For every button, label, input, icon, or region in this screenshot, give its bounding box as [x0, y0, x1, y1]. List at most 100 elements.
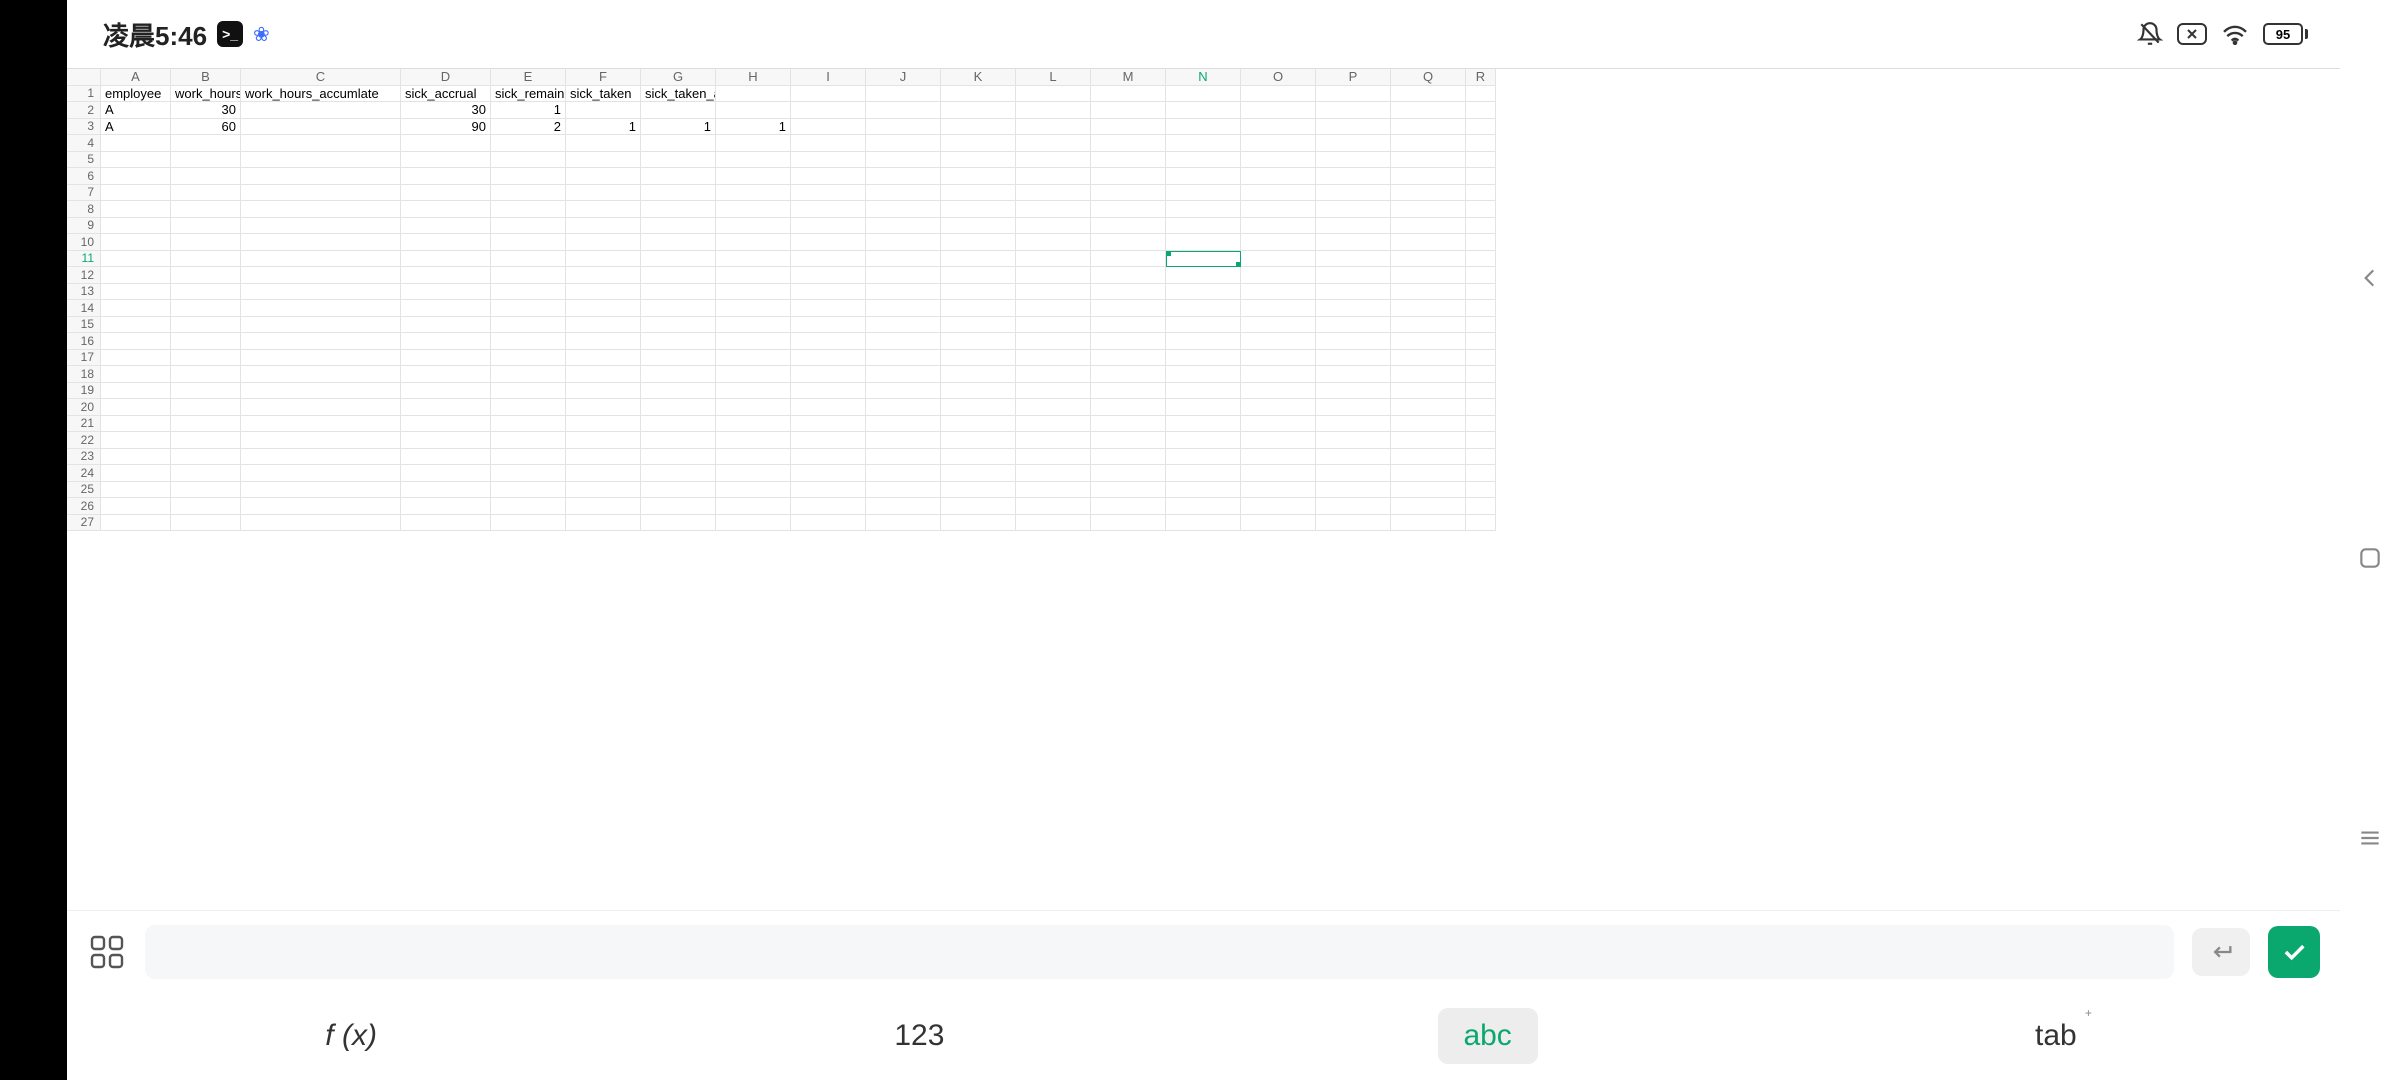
column-header[interactable]: K [941, 69, 1016, 86]
cell[interactable] [941, 432, 1016, 449]
row-header[interactable]: 18 [67, 366, 101, 383]
row-header[interactable]: 9 [67, 218, 101, 235]
cell[interactable] [1016, 267, 1091, 284]
cell[interactable] [101, 399, 171, 416]
cell[interactable] [866, 119, 941, 136]
row-header[interactable]: 21 [67, 416, 101, 433]
cell[interactable] [491, 333, 566, 350]
cell[interactable] [1091, 366, 1166, 383]
cell[interactable] [866, 482, 941, 499]
cell[interactable] [1466, 366, 1496, 383]
cell[interactable] [1391, 449, 1466, 466]
cell[interactable] [1466, 284, 1496, 301]
row-header[interactable]: 11 [67, 251, 101, 268]
cell[interactable] [866, 317, 941, 334]
cell[interactable] [641, 399, 716, 416]
confirm-button[interactable] [2268, 926, 2320, 978]
cell[interactable] [1391, 399, 1466, 416]
cell[interactable] [791, 267, 866, 284]
cell[interactable] [566, 168, 641, 185]
cell[interactable] [941, 300, 1016, 317]
cell[interactable] [1091, 416, 1166, 433]
cell[interactable] [1016, 86, 1091, 103]
cell[interactable] [171, 333, 241, 350]
cell[interactable] [1316, 333, 1391, 350]
column-header[interactable]: J [866, 69, 941, 86]
cell[interactable] [1316, 102, 1391, 119]
cell[interactable] [1091, 465, 1166, 482]
cell[interactable] [1166, 449, 1241, 466]
cell[interactable] [1166, 119, 1241, 136]
cell[interactable] [641, 366, 716, 383]
cell[interactable] [566, 267, 641, 284]
cell[interactable] [641, 267, 716, 284]
cell[interactable] [1466, 350, 1496, 367]
cell[interactable] [641, 498, 716, 515]
cell[interactable] [401, 399, 491, 416]
cell[interactable] [791, 449, 866, 466]
cell[interactable] [716, 350, 791, 367]
cell[interactable] [171, 185, 241, 202]
cell[interactable] [1391, 152, 1466, 169]
cell[interactable] [241, 135, 401, 152]
cell[interactable] [1316, 251, 1391, 268]
cell[interactable] [1166, 201, 1241, 218]
cell[interactable] [1316, 515, 1391, 532]
cell[interactable] [941, 218, 1016, 235]
cell[interactable] [641, 333, 716, 350]
cell[interactable] [641, 515, 716, 532]
column-header[interactable]: R [1466, 69, 1496, 86]
column-header[interactable]: N [1166, 69, 1241, 86]
cell[interactable] [1316, 416, 1391, 433]
cell[interactable] [641, 284, 716, 301]
cell[interactable] [1166, 399, 1241, 416]
cell[interactable]: 90 [401, 119, 491, 136]
cell[interactable] [641, 350, 716, 367]
cell[interactable] [566, 135, 641, 152]
cell[interactable] [1391, 251, 1466, 268]
cell[interactable] [491, 515, 566, 532]
cell[interactable] [491, 432, 566, 449]
cell[interactable] [491, 267, 566, 284]
cell[interactable] [1016, 416, 1091, 433]
cell[interactable] [1016, 482, 1091, 499]
cell[interactable] [791, 102, 866, 119]
cell[interactable] [171, 218, 241, 235]
cell[interactable] [641, 383, 716, 400]
cell[interactable] [941, 284, 1016, 301]
row-header[interactable]: 17 [67, 350, 101, 367]
cell[interactable]: 1 [491, 102, 566, 119]
cell[interactable] [1166, 86, 1241, 103]
cell[interactable] [1016, 383, 1091, 400]
cell[interactable] [1316, 185, 1391, 202]
cell[interactable] [1466, 152, 1496, 169]
cell[interactable] [716, 201, 791, 218]
cell[interactable] [791, 333, 866, 350]
cell[interactable] [171, 432, 241, 449]
cell[interactable] [941, 333, 1016, 350]
cell[interactable] [171, 284, 241, 301]
cell[interactable] [101, 350, 171, 367]
cell[interactable] [941, 399, 1016, 416]
cell[interactable] [1241, 482, 1316, 499]
cell[interactable]: 2 [491, 119, 566, 136]
spreadsheet[interactable]: ABCDEFGHIJKLMNOPQR1employeework_hourswor… [67, 68, 2340, 910]
cell[interactable] [1466, 482, 1496, 499]
cell[interactable] [1466, 135, 1496, 152]
cell[interactable] [1016, 201, 1091, 218]
cell[interactable] [101, 284, 171, 301]
cell[interactable] [1016, 300, 1091, 317]
cell[interactable] [1016, 366, 1091, 383]
row-header[interactable]: 5 [67, 152, 101, 169]
cell[interactable] [1241, 416, 1316, 433]
cell[interactable] [241, 399, 401, 416]
cell[interactable] [241, 432, 401, 449]
cell[interactable] [1391, 86, 1466, 103]
cell[interactable] [491, 168, 566, 185]
formula-input[interactable] [145, 925, 2174, 979]
cell[interactable] [1466, 383, 1496, 400]
cell[interactable] [566, 251, 641, 268]
cell[interactable] [401, 168, 491, 185]
cell[interactable]: employee [101, 86, 171, 103]
cell[interactable] [401, 366, 491, 383]
